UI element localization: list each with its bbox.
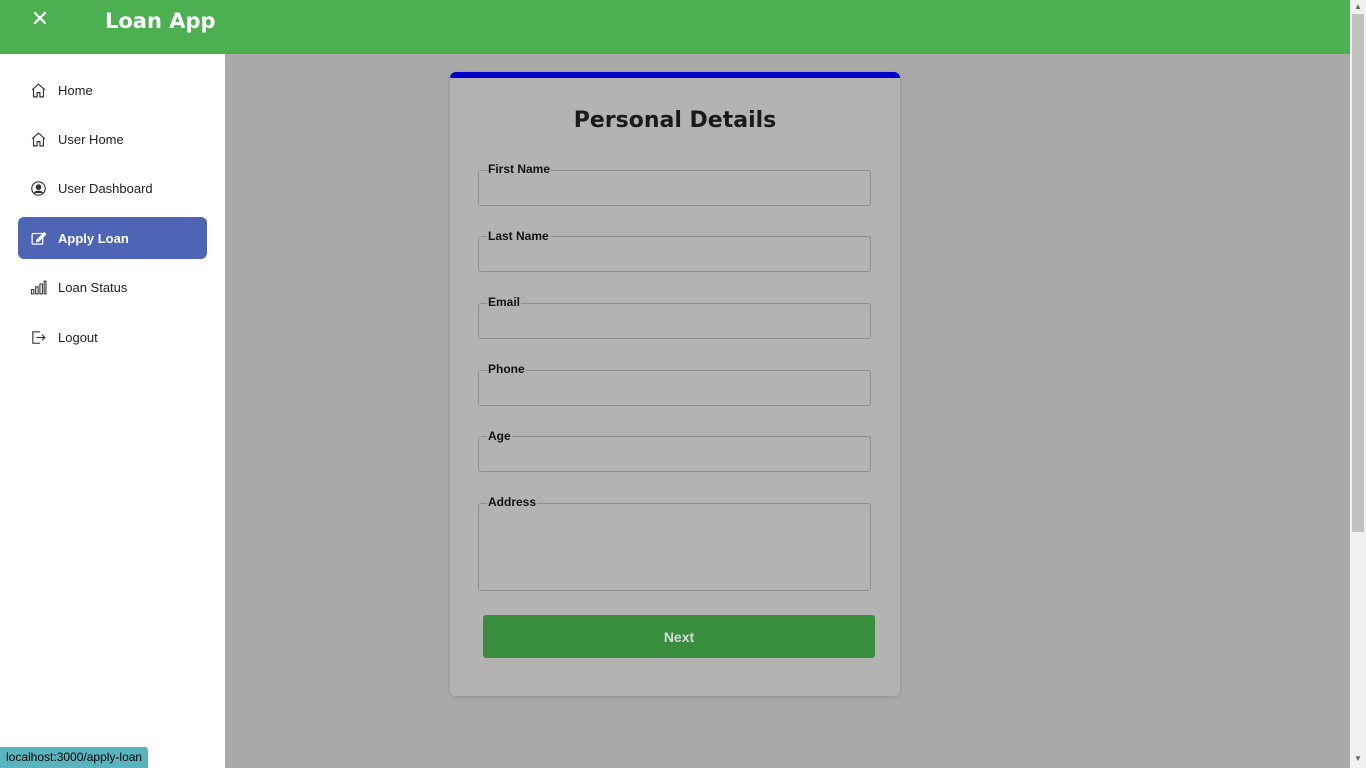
sidebar-item-label: User Home — [58, 131, 124, 147]
sidebar-item-user-dashboard[interactable]: User Dashboard — [18, 167, 207, 209]
sidebar-item-logout[interactable]: Logout — [18, 316, 207, 358]
sidebar-item-loan-status[interactable]: Loan Status — [18, 266, 207, 308]
sidebar-item-apply-loan[interactable]: Apply Loan — [18, 217, 207, 259]
personal-details-card: Personal Details First Name Last Name Em… — [450, 72, 900, 696]
app-title: Loan App — [105, 9, 216, 33]
logout-icon — [18, 329, 58, 346]
first-name-label: First Name — [487, 162, 552, 176]
sidebar-item-label: Loan Status — [58, 279, 128, 295]
form-title: Personal Details — [573, 108, 777, 133]
phone-label: Phone — [487, 362, 526, 376]
top-app-bar: ✕ Loan App — [0, 0, 1350, 54]
email-input[interactable] — [478, 303, 871, 339]
sidebar-item-label: User Dashboard — [58, 180, 153, 196]
edit-icon — [18, 230, 58, 247]
age-label: Age — [487, 429, 512, 443]
sidebar-item-label: Logout — [58, 329, 98, 345]
scroll-up-arrow-icon[interactable]: ▲ — [1354, 2, 1362, 11]
scrollbar-thumb[interactable] — [1352, 14, 1364, 532]
user-circle-icon — [18, 180, 58, 197]
home-icon — [18, 131, 58, 148]
next-button[interactable]: Next — [483, 615, 875, 658]
sidebar-item-label: Home — [58, 82, 93, 98]
address-label: Address — [487, 495, 538, 509]
status-bar-url: localhost:3000/apply-loan — [0, 747, 149, 768]
phone-input[interactable] — [478, 370, 871, 406]
sidebar-item-label: Apply Loan — [58, 230, 129, 246]
sidebar-item-home[interactable]: Home — [18, 69, 207, 111]
last-name-label: Last Name — [487, 229, 550, 243]
email-label: Email — [487, 295, 522, 309]
home-icon — [18, 82, 58, 99]
sidebar-item-user-home[interactable]: User Home — [18, 118, 207, 160]
close-icon[interactable]: ✕ — [28, 8, 52, 32]
address-textarea[interactable] — [478, 503, 871, 591]
vertical-scrollbar[interactable]: ▲ ▼ — [1350, 0, 1366, 768]
sidebar: Home User Home User Dashboard Apply Loan… — [0, 54, 225, 768]
bar-chart-icon — [18, 279, 58, 296]
scroll-down-arrow-icon[interactable]: ▼ — [1354, 754, 1362, 763]
age-input[interactable] — [478, 436, 871, 472]
